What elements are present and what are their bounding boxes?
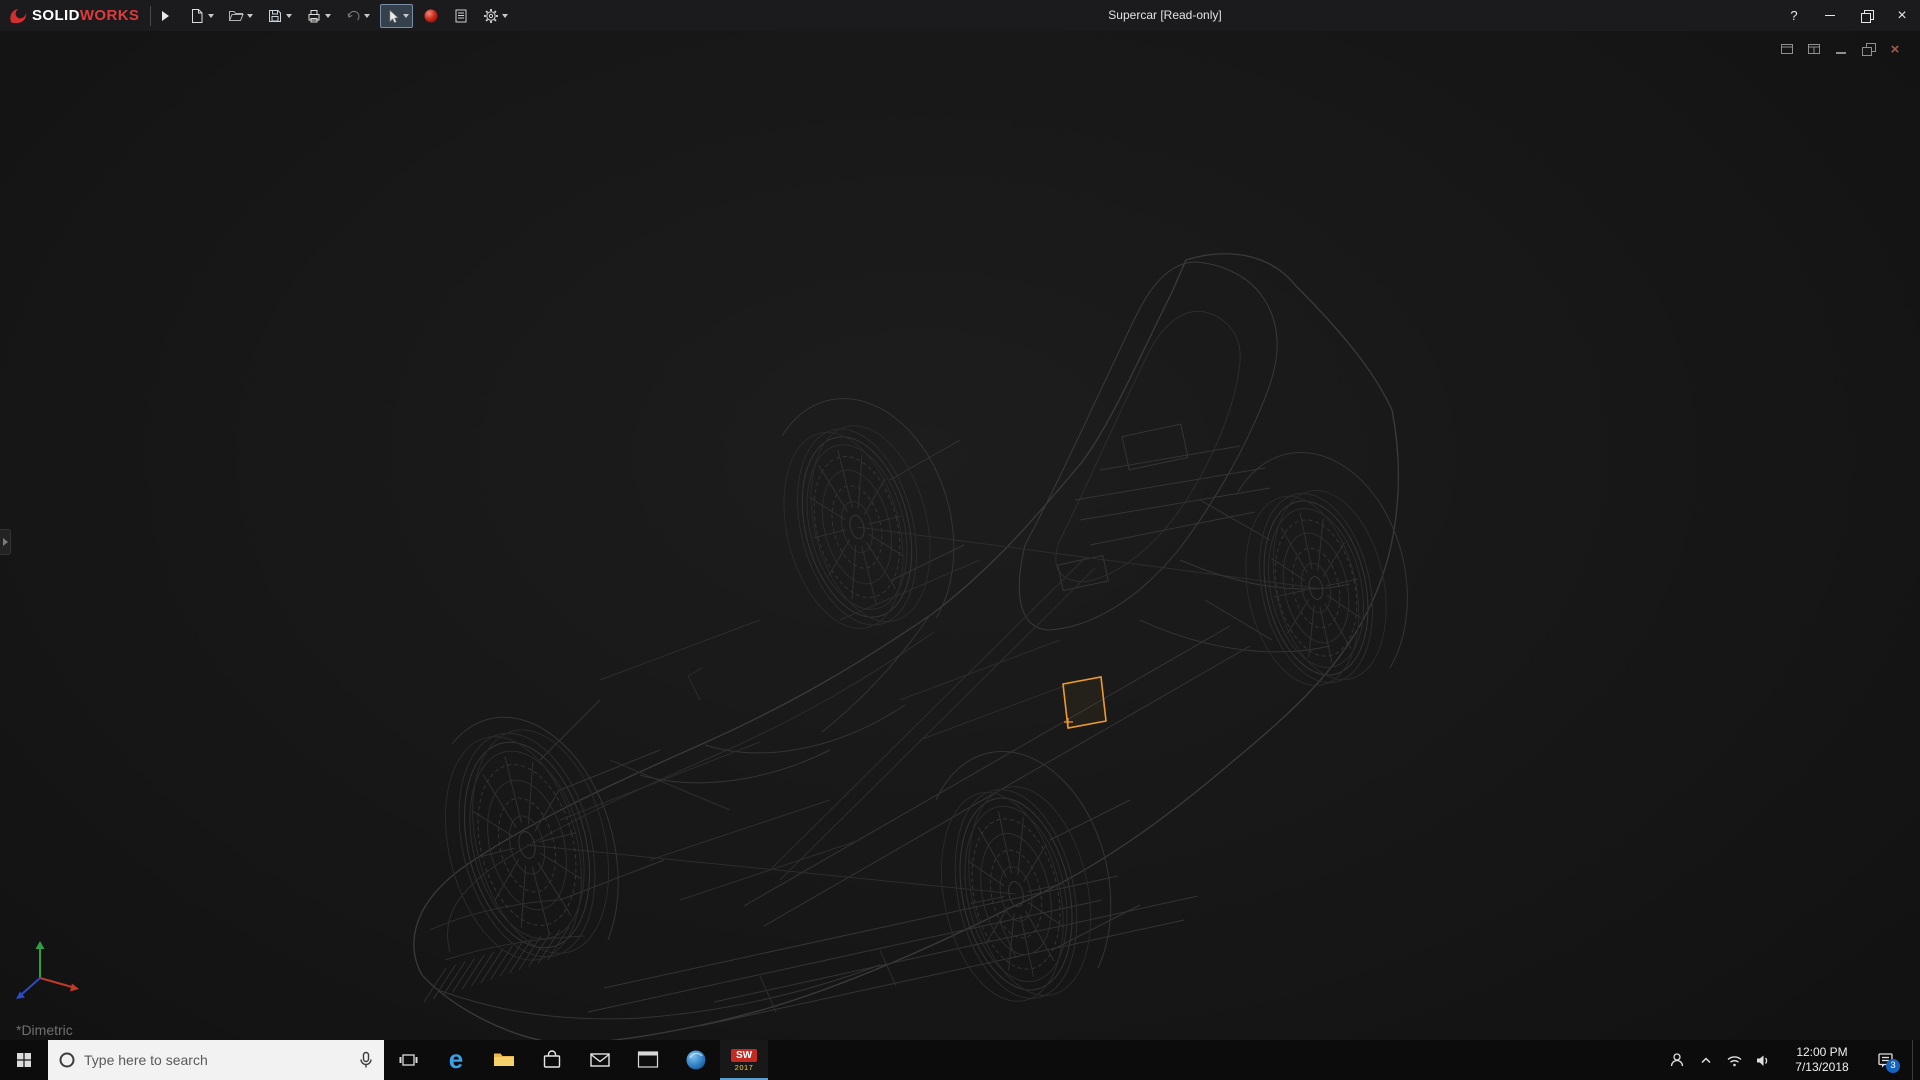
dropdown-caret[interactable] bbox=[364, 14, 370, 18]
view-orientation-label: *Dimetric bbox=[16, 1022, 73, 1038]
cortana-icon bbox=[58, 1051, 76, 1069]
file-explorer-button[interactable] bbox=[480, 1040, 528, 1080]
print-icon bbox=[306, 8, 322, 24]
edrawings-viewer-button[interactable] bbox=[672, 1040, 720, 1080]
file-properties-icon bbox=[453, 8, 469, 24]
restore-icon bbox=[1862, 43, 1875, 56]
start-button[interactable] bbox=[0, 1040, 48, 1080]
solidworks-taskbar-button[interactable]: SW 2017 bbox=[720, 1040, 768, 1080]
brand-solid-text: SOLID bbox=[32, 7, 80, 24]
open-folder-icon bbox=[228, 8, 244, 24]
wifi-icon bbox=[1726, 1053, 1743, 1068]
notification-badge: 3 bbox=[1886, 1059, 1900, 1073]
save-button[interactable] bbox=[263, 4, 296, 28]
edge-icon: e bbox=[449, 1046, 463, 1072]
window-controls: ? × bbox=[1776, 0, 1920, 31]
doc-close-button[interactable]: × bbox=[1886, 40, 1904, 58]
help-button[interactable]: ? bbox=[1776, 0, 1812, 31]
taskbar: e SW 2017 bbox=[0, 1040, 1920, 1080]
clock-time: 12:00 PM bbox=[1782, 1045, 1862, 1060]
material-sphere-icon bbox=[423, 8, 439, 24]
edge-button[interactable]: e bbox=[432, 1040, 480, 1080]
side-panel-expand-tab[interactable] bbox=[0, 529, 11, 555]
people-button[interactable] bbox=[1668, 1051, 1686, 1069]
console-window-button[interactable] bbox=[624, 1040, 672, 1080]
doc-window-button[interactable] bbox=[1778, 40, 1796, 58]
person-icon bbox=[1668, 1051, 1686, 1069]
minimize-icon bbox=[1836, 44, 1846, 54]
console-window-icon bbox=[636, 1048, 660, 1072]
doc-window-button[interactable] bbox=[1805, 40, 1823, 58]
minimize-icon bbox=[1825, 15, 1835, 16]
quick-access-toolbar bbox=[185, 4, 518, 28]
dropdown-caret[interactable] bbox=[286, 14, 292, 18]
open-document-button[interactable] bbox=[224, 4, 257, 28]
appearance-sphere-button[interactable] bbox=[419, 4, 443, 28]
show-desktop-button[interactable] bbox=[1912, 1040, 1918, 1080]
solidworks-logo-icon bbox=[8, 6, 28, 26]
speaker-icon bbox=[1755, 1052, 1770, 1069]
save-icon bbox=[267, 8, 283, 24]
chevron-right-icon bbox=[3, 538, 8, 546]
orientation-triad[interactable] bbox=[16, 941, 79, 999]
blue-orb-icon bbox=[684, 1048, 708, 1072]
file-properties-button[interactable] bbox=[449, 4, 473, 28]
dropdown-caret[interactable] bbox=[208, 14, 214, 18]
doc-minimize-button[interactable] bbox=[1832, 40, 1850, 58]
selection-highlight bbox=[1063, 677, 1106, 728]
dropdown-caret[interactable] bbox=[502, 14, 508, 18]
solidworks-app-icon: SW 2017 bbox=[731, 1049, 757, 1072]
undo-button[interactable] bbox=[341, 4, 374, 28]
dropdown-caret[interactable] bbox=[325, 14, 331, 18]
hidden-icons-button[interactable] bbox=[1698, 1052, 1714, 1068]
taskbar-clock[interactable]: 12:00 PM 7/13/2018 bbox=[1782, 1045, 1862, 1075]
shopping-bag-icon bbox=[540, 1048, 564, 1072]
window-icon bbox=[1806, 41, 1822, 57]
clock-date: 7/13/2018 bbox=[1782, 1060, 1862, 1075]
cursor-icon bbox=[384, 8, 400, 24]
action-center-button[interactable]: 3 bbox=[1874, 1049, 1896, 1071]
solidworks-logo: SOLIDWORKS bbox=[0, 6, 145, 26]
menu-expand-arrow[interactable] bbox=[156, 11, 175, 21]
task-view-button[interactable] bbox=[384, 1040, 432, 1080]
microphone-icon[interactable] bbox=[358, 1051, 374, 1069]
dropdown-caret[interactable] bbox=[247, 14, 253, 18]
restore-button[interactable] bbox=[1848, 0, 1884, 31]
document-window-controls: × bbox=[1778, 40, 1904, 58]
toolbar-separator bbox=[150, 6, 151, 26]
task-view-icon bbox=[399, 1051, 418, 1069]
envelope-icon bbox=[588, 1048, 612, 1072]
brand-works-text: WORKS bbox=[80, 7, 140, 24]
titlebar: SOLIDWORKS bbox=[0, 0, 1920, 31]
close-icon: × bbox=[1897, 8, 1906, 24]
document-title: Supercar [Read-only] bbox=[1108, 0, 1221, 31]
chevron-up-icon bbox=[1698, 1052, 1714, 1068]
taskbar-search[interactable] bbox=[48, 1040, 384, 1080]
new-document-icon bbox=[189, 8, 205, 24]
close-icon: × bbox=[1891, 42, 1900, 57]
new-document-button[interactable] bbox=[185, 4, 218, 28]
print-button[interactable] bbox=[302, 4, 335, 28]
window-icon bbox=[1779, 41, 1795, 57]
select-tool-button[interactable] bbox=[380, 4, 413, 28]
dropdown-caret[interactable] bbox=[403, 14, 409, 18]
store-button[interactable] bbox=[528, 1040, 576, 1080]
wireframe-car bbox=[414, 254, 1408, 1044]
windows-logo-icon bbox=[16, 1052, 32, 1068]
search-input[interactable] bbox=[84, 1052, 350, 1068]
close-button[interactable]: × bbox=[1884, 0, 1920, 31]
volume-button[interactable] bbox=[1755, 1052, 1770, 1069]
doc-restore-button[interactable] bbox=[1859, 40, 1877, 58]
options-button[interactable] bbox=[479, 4, 512, 28]
restore-icon bbox=[1861, 10, 1872, 21]
undo-icon bbox=[345, 8, 361, 24]
system-tray: 12:00 PM 7/13/2018 3 bbox=[1668, 1040, 1920, 1080]
wireframe-scene bbox=[0, 0, 1920, 1080]
minimize-button[interactable] bbox=[1812, 0, 1848, 31]
mail-button[interactable] bbox=[576, 1040, 624, 1080]
gear-icon bbox=[483, 8, 499, 24]
play-arrow-icon bbox=[162, 11, 169, 21]
network-button[interactable] bbox=[1726, 1053, 1743, 1068]
folder-icon bbox=[492, 1048, 516, 1072]
